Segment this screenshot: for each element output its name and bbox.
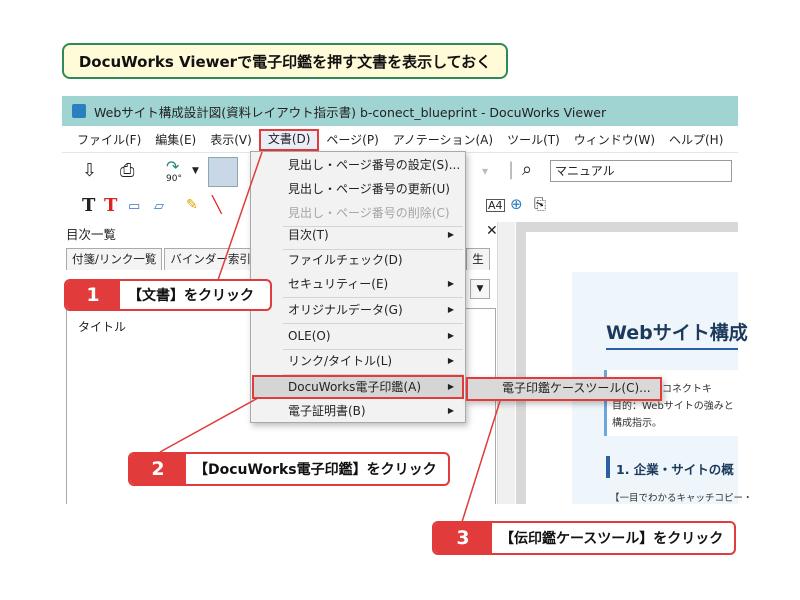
menu-item-label: リンク/タイトル(L) (288, 354, 393, 368)
tab-binder-index[interactable]: バインダー索引 (164, 248, 257, 270)
menubar: ファイル(F) 編集(E) 表示(V) 文書(D) ページ(P) アノテーション… (62, 127, 738, 153)
menu-item-heading-delete: 見出し・ページ番号の削除(C) (288, 206, 450, 220)
menu-item-file-check[interactable]: ファイルチェック(D) (252, 248, 464, 272)
submenu-stamp-case-tool[interactable]: 電子印鑑ケースツール(C)... (466, 377, 662, 401)
document-section-heading: 1. 企業・サイトの概 (616, 462, 734, 477)
chevron-down-icon[interactable]: ▼ (470, 279, 490, 299)
callout-number: 2 (130, 454, 186, 484)
callout-text: 【伝印鑑ケースツール】をクリック (500, 531, 724, 547)
docuworks-app-icon (72, 104, 86, 118)
a4-page-icon[interactable]: A4 (486, 199, 505, 212)
line-tool-icon[interactable]: ╲ (212, 197, 222, 213)
document-menu-dropdown: 見出し・ページ番号の設定(S)... 見出し・ページ番号の更新(U) 見出し・ペ… (250, 151, 466, 423)
chevron-right-icon: ▶ (447, 406, 454, 415)
menu-file[interactable]: ファイル(F) (70, 129, 148, 151)
menu-item-heading-settings[interactable]: 見出し・ページ番号の設定(S)... (252, 153, 464, 177)
search-input[interactable]: マニュアル (550, 160, 732, 182)
chevron-right-icon: ▶ (447, 230, 454, 239)
menu-item-toc[interactable]: 目次(T) ▶ (252, 223, 464, 247)
menu-annotation[interactable]: アノテーション(A) (386, 129, 500, 151)
chevron-right-icon: ▶ (447, 305, 454, 314)
menu-item-label: 目次(T) (288, 228, 329, 242)
menu-item-original-data[interactable]: オリジナルデータ(G) ▶ (252, 298, 464, 322)
menu-item-ole[interactable]: OLE(O) ▶ (252, 324, 464, 348)
menu-item-label: 電子証明書(B) (288, 404, 366, 418)
chevron-right-icon: ▶ (447, 356, 454, 365)
section-marker (606, 456, 610, 478)
menu-page[interactable]: ページ(P) (319, 129, 385, 151)
menu-item-docuworks-stamp[interactable]: DocuWorks電子印鑑(A) ▶ (252, 375, 464, 399)
callout-number: 1 (66, 281, 120, 309)
search-icon[interactable]: ⌕ (522, 161, 532, 179)
document-heading: Webサイト構成 (606, 322, 748, 344)
menu-document[interactable]: 文書(D) (258, 128, 320, 151)
window-title: Webサイト構成設計図(資料レイアウト指示書) b-conect_bluepri… (94, 104, 607, 120)
marker-icon[interactable]: ✎ (186, 198, 198, 212)
window-titlebar: Webサイト構成設計図(資料レイアウト指示書) b-conect_bluepri… (62, 96, 738, 126)
vertical-scrollbar[interactable] (497, 222, 515, 504)
tab-sticky-links[interactable]: 付箋/リンク一覧 (66, 248, 163, 270)
menu-tools[interactable]: ツール(T) (500, 129, 567, 151)
print-icon[interactable]: ⎙ (120, 162, 134, 180)
tab-right-partial[interactable]: 生 (466, 248, 490, 270)
menu-edit[interactable]: 編集(E) (148, 129, 203, 151)
dropdown-arrow-icon[interactable]: ▾ (482, 165, 488, 177)
callout-number: 3 (434, 523, 492, 553)
download-icon[interactable]: ⇩ (82, 162, 97, 180)
menu-item-label: オリジナルデータ(G) (288, 303, 403, 317)
chevron-down-icon[interactable]: ▼ (192, 167, 199, 176)
menu-item-digital-certificate[interactable]: 電子証明書(B) ▶ (252, 399, 464, 423)
callout-step-2: 2 【DocuWorks電子印鑑】をクリック (128, 452, 450, 486)
stamp-tool-icon[interactable]: ⎘ (534, 197, 546, 212)
red-text-tool-icon[interactable]: T (104, 197, 117, 215)
instruction-banner: DocuWorks Viewerで電子印鑑を押す文書を表示しておく (62, 43, 508, 79)
close-icon[interactable]: ✕ (486, 223, 498, 239)
document-line: 構成指示。 (612, 418, 662, 429)
menu-item-label: DocuWorks電子印鑑(A) (288, 380, 421, 394)
menu-item-label: OLE(O) (288, 329, 331, 343)
menu-view[interactable]: 表示(V) (203, 129, 259, 151)
text-tool-icon[interactable]: T (82, 197, 95, 215)
callout-step-1: 1 【文書】をクリック (64, 279, 272, 311)
toc-pane-title: 目次一覧 (66, 227, 117, 242)
menu-item-heading-update[interactable]: 見出し・ページ番号の更新(U) (252, 177, 464, 201)
callout-step-3: 3 【伝印鑑ケースツール】をクリック (432, 521, 736, 555)
sticky-note-icon[interactable]: ▭ (128, 200, 140, 213)
separator-icon: | (508, 159, 515, 180)
callout-text: 【DocuWorks電子印鑑】をクリック (194, 462, 437, 478)
chevron-right-icon: ▶ (447, 382, 454, 391)
rotate-icon[interactable]: ↷ (166, 159, 179, 175)
menu-item-link-title[interactable]: リンク/タイトル(L) ▶ (252, 349, 464, 373)
heading-rule (606, 348, 738, 350)
menu-item-security[interactable]: セキュリティー(E) ▶ (252, 272, 464, 296)
document-note: 【一目でわかるキャッチコピー・ (610, 493, 753, 504)
chevron-right-icon: ▶ (447, 279, 454, 288)
list-item[interactable]: タイトル (78, 318, 126, 335)
menu-item-label: セキュリティー(E) (288, 277, 389, 291)
rotate-angle-label: 90° (166, 174, 182, 184)
window-view-icon[interactable] (208, 157, 238, 187)
menu-window[interactable]: ウィンドウ(W) (567, 129, 662, 151)
callout-text: 【文書】をクリック (128, 288, 254, 304)
tag-icon[interactable]: ▱ (154, 200, 164, 213)
chevron-right-icon: ▶ (447, 331, 454, 340)
menu-help[interactable]: ヘルプ(H) (662, 129, 730, 151)
add-page-icon[interactable]: ⊕ (510, 197, 523, 212)
